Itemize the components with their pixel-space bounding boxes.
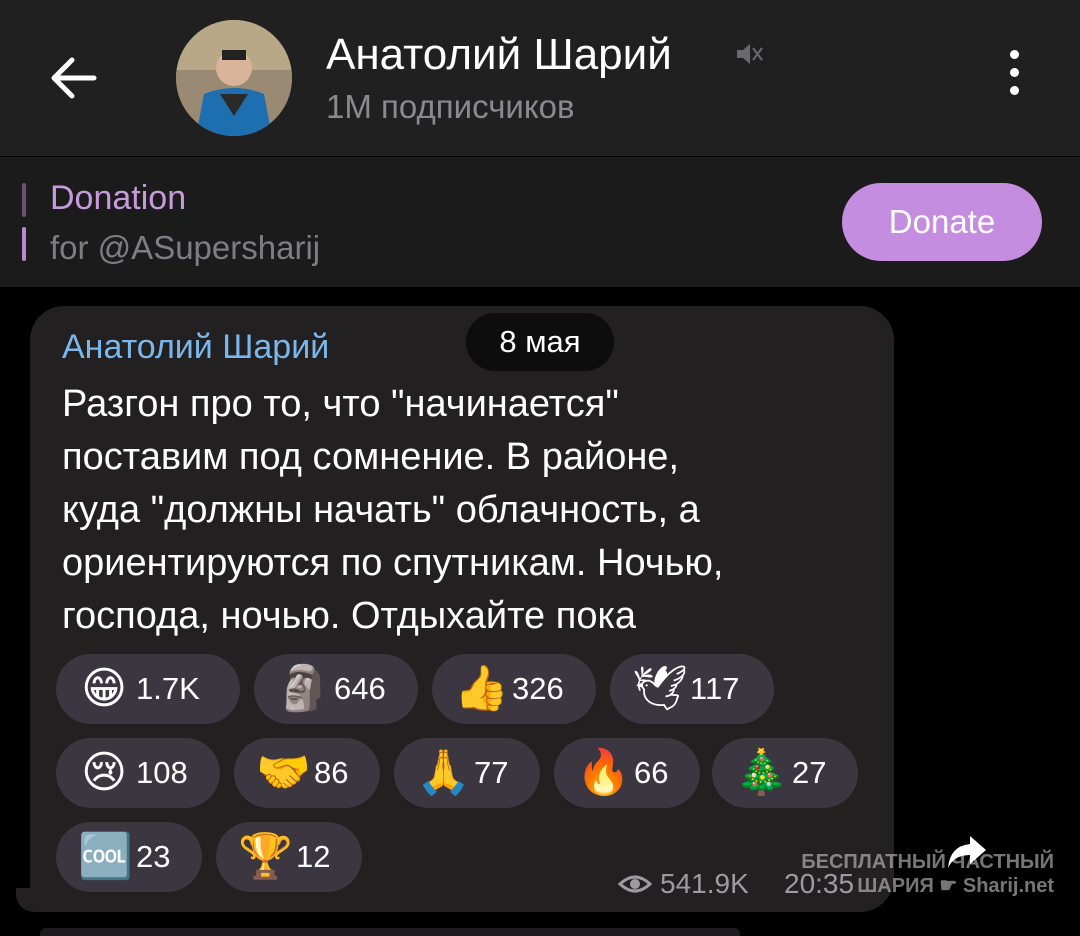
reaction-chip[interactable]: 🆒 23 [56, 822, 202, 892]
reaction-chip[interactable]: 🤝 86 [234, 738, 380, 808]
reaction-count: 326 [512, 671, 564, 706]
watermark-line: БЕСПЛАТНЫЙ ЧАСТНЫЙ [801, 851, 1054, 873]
reaction-count: 86 [314, 755, 349, 790]
eye-icon [618, 875, 652, 893]
share-icon[interactable] [944, 832, 990, 872]
message-line: господа, ночью. Отдыхайте пока [62, 595, 637, 637]
reaction-chip[interactable]: 😁 1.7K [56, 654, 240, 724]
reaction-chip[interactable]: 🗿 646 [254, 654, 418, 724]
handshake-icon: 🤝 [256, 747, 311, 798]
channel-title[interactable]: Анатолий Шарий [326, 30, 672, 80]
reaction-count: 117 [690, 671, 740, 706]
pinned-message-bar[interactable]: Donation for @ASupersharij Donate [0, 157, 1080, 287]
grin-icon: 😁 [81, 663, 127, 714]
reaction-chip[interactable]: 🎄 27 [712, 738, 858, 808]
reaction-count: 646 [334, 671, 386, 706]
reaction-chip[interactable]: 😢 108 [56, 738, 220, 808]
pinned-subtitle: for @ASupersharij [50, 229, 321, 266]
date-badge: 8 мая [466, 313, 614, 371]
more-options-icon[interactable] [996, 50, 1032, 110]
reaction-chip[interactable]: 🕊 117 [610, 654, 774, 724]
reaction-count: 23 [136, 839, 171, 874]
cool-icon: 🆒 [78, 831, 133, 882]
donate-button[interactable]: Donate [842, 183, 1042, 261]
pray-icon: 🙏 [416, 747, 471, 798]
message-line: куда "должны начать" облачность, а [62, 489, 700, 531]
avatar[interactable] [176, 20, 292, 136]
reaction-count: 77 [474, 755, 509, 790]
reaction-chip[interactable]: 🏆 12 [216, 822, 362, 892]
christmas-tree-icon: 🎄 [734, 747, 789, 798]
reaction-chip[interactable]: 🔥 66 [554, 738, 700, 808]
watermark-line: ШАРИЯ ☛ Sharij.net [857, 875, 1054, 897]
message-line: ориентируются по спутникам. Ночью, [62, 542, 724, 584]
message-text: Разгон про то, что "начинается" поставим… [62, 378, 882, 643]
dove-icon: 🕊 [632, 663, 688, 714]
fire-icon: 🔥 [576, 747, 631, 798]
subscriber-count: 1M подписчиков [326, 88, 575, 125]
back-arrow-icon[interactable] [44, 48, 108, 108]
next-message-edge [40, 928, 740, 936]
watermark: БЕСПЛАТНЫЙ ЧАСТНЫЙ ШАРИЯ ☛ Sharij.net [800, 850, 1054, 898]
message-sender[interactable]: Анатолий Шарий [62, 328, 329, 367]
reaction-chip[interactable]: 🙏 77 [394, 738, 540, 808]
pinned-title: Donation [50, 179, 187, 217]
message-line: поставим под сомнение. В районе, [62, 436, 679, 478]
reaction-count: 1.7K [136, 671, 200, 706]
reaction-chip[interactable]: 👍 326 [432, 654, 596, 724]
reaction-count: 27 [792, 755, 827, 790]
reaction-count: 66 [634, 755, 669, 790]
view-count: 541.9K [618, 868, 749, 900]
message-line: Разгон про то, что "начинается" [62, 383, 619, 425]
crying-icon: 😢 [81, 747, 127, 798]
view-count-value: 541.9K [660, 868, 749, 899]
moai-icon: 🗿 [276, 663, 331, 714]
reaction-count: 108 [136, 755, 188, 790]
trophy-icon: 🏆 [238, 831, 293, 882]
muted-icon [734, 40, 764, 68]
thumbs-up-icon: 👍 [454, 663, 509, 714]
pin-indicator-active [22, 227, 26, 261]
reaction-count: 12 [296, 839, 331, 874]
chat-header: Анатолий Шарий 1M подписчиков [0, 0, 1080, 156]
pin-indicator [22, 183, 26, 217]
